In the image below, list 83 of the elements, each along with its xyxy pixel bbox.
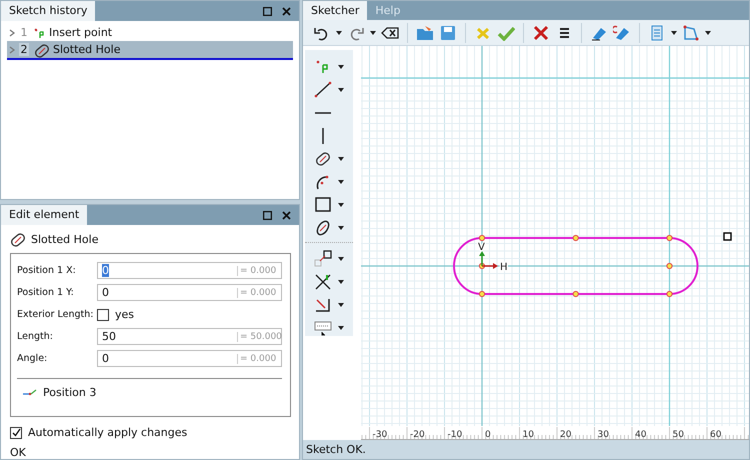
control-point[interactable] [478, 235, 486, 242]
corner-icon[interactable] [314, 296, 332, 314]
transform-icon[interactable] [314, 250, 332, 268]
caret-icon[interactable] [338, 226, 344, 230]
checkbox[interactable] [10, 426, 22, 438]
field-label: Angle: [17, 353, 48, 364]
control-point[interactable] [572, 235, 579, 242]
panel-title: Sketch history [1, 1, 96, 21]
ruler-label: -20 [410, 430, 425, 440]
ruler-label: 20 [560, 430, 572, 440]
ruler-label: 50 [672, 430, 684, 440]
field-label: Length: [17, 331, 54, 342]
backspace-icon[interactable] [381, 24, 399, 41]
ruler-label: 30 [598, 430, 609, 440]
status-text: Sketch OK. [306, 443, 366, 456]
slotted-hole-shape[interactable] [453, 237, 698, 296]
checkmark-icon[interactable] [497, 24, 515, 41]
maximize-icon[interactable] [263, 6, 272, 16]
item-label: Insert point [49, 26, 112, 39]
input-field[interactable]: 0 = 0.000 [97, 284, 282, 301]
tab[interactable]: Sketcher [303, 1, 368, 20]
ellipse-icon[interactable] [314, 219, 332, 236]
slotted-hole-icon[interactable] [314, 150, 332, 168]
slotted-hole-icon [9, 231, 25, 247]
caret-icon[interactable] [338, 280, 344, 284]
close-icon[interactable] [282, 6, 291, 16]
folder-icon[interactable] [416, 24, 434, 41]
element-name: Slotted Hole [31, 232, 98, 246]
trim-icon[interactable] [314, 273, 332, 290]
caret-icon[interactable] [338, 326, 344, 330]
input-field[interactable]: 0 = 0.000 [97, 262, 282, 279]
ruler-label: 0 [485, 430, 491, 440]
control-point[interactable] [478, 291, 486, 298]
ruler-label: -30 [372, 430, 388, 440]
caret-icon[interactable] [338, 202, 344, 207]
caret-icon[interactable] [705, 30, 711, 35]
point-icon [33, 26, 45, 38]
panel-title: Edit element [1, 205, 88, 225]
field-label: Position 1 Y: [17, 287, 75, 298]
control-point[interactable] [666, 235, 673, 242]
axis-arrows-drawing [479, 251, 498, 270]
ruler-label: 60 [710, 430, 722, 440]
history-item[interactable]: 2 Slotted Hole [7, 41, 293, 60]
caret-icon[interactable] [338, 156, 344, 161]
input-field[interactable]: 0 = 0.000 [97, 350, 282, 367]
caret-icon[interactable] [370, 30, 376, 35]
caret-icon[interactable] [671, 30, 677, 35]
caret-icon[interactable] [338, 256, 344, 261]
control-point[interactable] [666, 291, 673, 298]
caret-icon[interactable] [338, 64, 344, 69]
control-point[interactable] [666, 263, 673, 270]
caret-icon[interactable] [336, 30, 342, 35]
caret-icon[interactable] [338, 88, 344, 92]
item-label: Slotted Hole [53, 43, 120, 56]
caret-icon[interactable] [338, 302, 344, 307]
checkbox[interactable] [97, 308, 109, 320]
slotted-hole-icon [33, 42, 49, 58]
delete-icon[interactable] [532, 24, 550, 41]
field-label: Position 1 X: [17, 265, 77, 276]
ruler-label: -10 [448, 430, 462, 440]
line-icon[interactable] [314, 81, 332, 98]
item-number: 2 [19, 43, 29, 56]
checkbox-label: yes [115, 308, 134, 321]
history-item[interactable]: 1 Insert point [7, 24, 293, 41]
control-point[interactable] [572, 291, 579, 298]
caret-icon[interactable] [338, 180, 344, 184]
chevron-right-icon[interactable] [9, 28, 15, 36]
maximize-icon[interactable] [263, 210, 272, 220]
shape-icon[interactable] [682, 24, 700, 41]
status-text: OK [10, 446, 27, 459]
dimension-icon[interactable] [314, 319, 332, 336]
control-point[interactable] [478, 263, 486, 270]
close-icon[interactable] [282, 210, 291, 220]
checkbox-label: Automatically apply changes [28, 426, 188, 439]
rectangle-icon[interactable] [314, 196, 332, 214]
handle-square[interactable] [723, 232, 732, 242]
item-number: 1 [20, 26, 28, 39]
sub-item-label[interactable]: Position 3 [43, 386, 96, 399]
save-icon[interactable] [439, 24, 457, 41]
ruler-label: 10 [522, 430, 534, 440]
ruler-label: 40 [635, 430, 646, 440]
field-label: Exterior Length: [17, 309, 94, 320]
position-icon [23, 388, 37, 396]
